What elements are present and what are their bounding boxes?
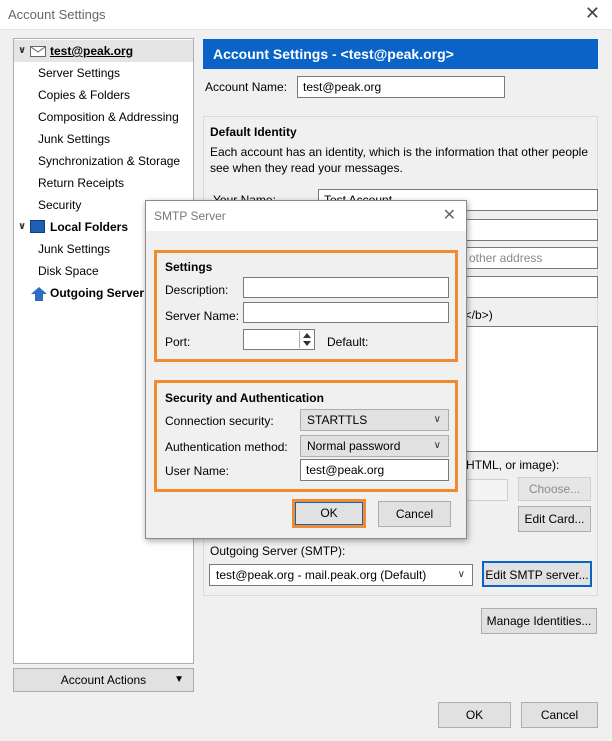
user-name-input[interactable]: test@peak.org [300,459,449,481]
account-actions-label: Account Actions [60,673,147,687]
edit-smtp-server-button[interactable]: Edit SMTP server... [482,561,592,587]
mail-icon [30,46,46,57]
dialog-cancel-button[interactable]: Cancel [378,501,451,527]
description-input[interactable] [243,277,449,298]
chevron-down-icon[interactable]: ∨ [18,40,26,62]
edit-card-button[interactable]: Edit Card... [518,506,591,532]
tree-item-label: Security [38,198,82,212]
account-name-input[interactable]: test@peak.org [297,76,505,98]
user-name-label: User Name: [165,464,230,478]
cancel-button[interactable]: Cancel [521,702,598,728]
tree-account[interactable]: ∨ test@peak.org [14,40,193,62]
security-title: Security and Authentication [165,391,324,405]
tree-account-label: test@peak.org [50,44,134,58]
default-port-label: Default: [327,335,369,349]
account-name-label: Account Name: [205,80,288,94]
account-actions-button[interactable]: Account Actions ▼ [13,668,194,692]
tree-item-label: Junk Settings [38,132,111,146]
default-identity-title: Default Identity [210,125,297,139]
port-label: Port: [165,335,191,349]
tree-item-composition[interactable]: Composition & Addressing [38,106,179,128]
tree-item-sync[interactable]: Synchronization & Storage [38,150,180,172]
connection-security-label: Connection security: [165,414,274,428]
tree-item-label: Copies & Folders [38,88,131,102]
smtp-server-dialog: SMTP Server ✕ Settings Description: Serv… [145,200,467,539]
attach-signature-hint: HTML, or image): [466,458,560,472]
description-label: Description: [165,283,229,297]
window-titlebar: Account Settings ✕ [0,0,612,30]
tree-local-folders-label: Local Folders [50,220,129,234]
manage-identities-button[interactable]: Manage Identities... [481,608,597,634]
connection-security-select[interactable]: STARTTLS ∨ [300,409,449,431]
settings-title: Settings [165,260,213,274]
tree-item-label: Composition & Addressing [38,110,179,124]
tree-item-disk-space[interactable]: Disk Space [38,260,99,282]
dialog-titlebar: SMTP Server ✕ [146,201,466,231]
outgoing-server-value: test@peak.org - mail.peak.org (Default) [216,568,427,582]
chevron-down-icon: ∨ [457,569,465,580]
default-identity-desc-1: Each account has an identity, which is t… [210,145,589,159]
default-identity-desc-2: see when they read your messages. [210,161,403,175]
choose-button[interactable]: Choose... [518,477,591,501]
tree-item-junk[interactable]: Junk Settings [38,128,110,150]
tree-item-label: Disk Space [38,264,99,278]
chevron-down-icon: ∨ [433,440,441,451]
chevron-down-icon: ▼ [174,674,184,685]
signature-file-input[interactable] [466,479,508,501]
computer-icon [30,220,45,233]
tree-local-folders[interactable]: ∨ Local Folders [14,216,128,238]
tree-item-receipts[interactable]: Return Receipts [38,172,124,194]
tree-item-server-settings[interactable]: Server Settings [38,62,120,84]
auth-method-label: Authentication method: [165,440,288,454]
close-icon[interactable]: ✕ [443,205,456,225]
close-icon[interactable]: ✕ [585,3,600,24]
outgoing-server-select[interactable]: test@peak.org - mail.peak.org (Default) … [209,564,473,586]
chevron-down-icon[interactable]: ∨ [18,216,26,238]
outgoing-server-icon [31,286,47,308]
tree-item-security[interactable]: Security [38,194,81,216]
outgoing-server-label: Outgoing Server (SMTP): [210,544,346,558]
chevron-down-icon: ∨ [433,414,441,425]
page-title: Account Settings - <test@peak.org> [203,39,598,69]
window-title: Account Settings [8,7,106,22]
dialog-title: SMTP Server [154,209,226,223]
auth-method-value: Normal password [307,439,401,453]
tree-item-label: Server Settings [38,66,121,80]
server-name-label: Server Name: [165,309,240,323]
tree-item-label: Synchronization & Storage [38,154,181,168]
auth-method-select[interactable]: Normal password ∨ [300,435,449,457]
connection-security-value: STARTTLS [307,413,368,427]
tree-item-label: Junk Settings [38,242,111,256]
port-stepper[interactable] [299,331,313,348]
tree-item-label: Return Receipts [38,176,125,190]
ok-button[interactable]: OK [438,702,511,728]
server-name-input[interactable] [243,302,449,323]
tree-item-local-junk[interactable]: Junk Settings [38,238,110,260]
tree-item-copies-folders[interactable]: Copies & Folders [38,84,130,106]
dialog-ok-button[interactable]: OK [295,502,363,525]
